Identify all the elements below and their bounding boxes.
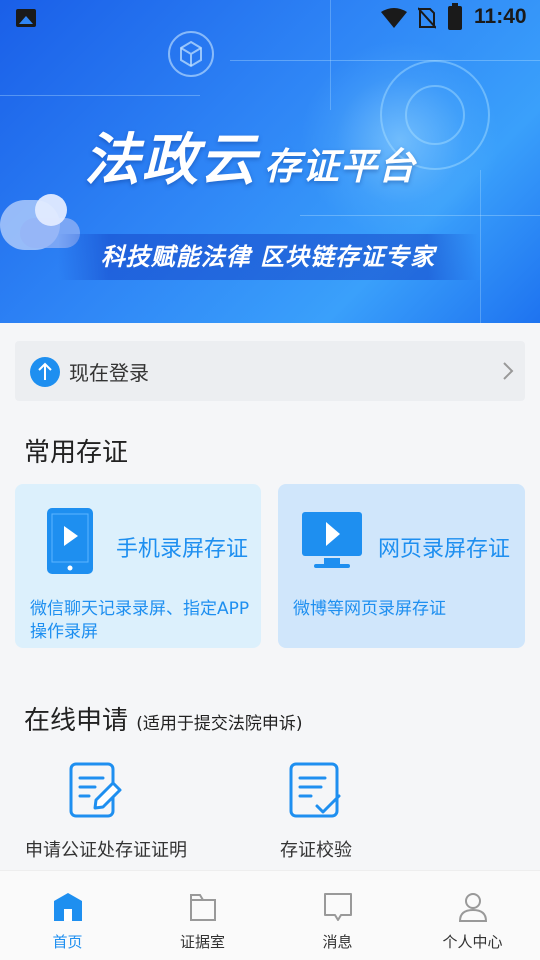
banner-line	[0, 95, 200, 96]
banner-title-main: 法政云	[84, 128, 258, 193]
home-icon	[54, 893, 82, 921]
tab-messages[interactable]: 消息	[270, 871, 405, 960]
phone-card-desc: 微信聊天记录录屏、指定APP操作录屏	[30, 599, 250, 642]
web-card-title: 网页录屏存证	[378, 537, 511, 562]
banner-line	[230, 60, 540, 61]
phone-card-title: 手机录屏存证	[116, 537, 249, 562]
wifi-icon	[381, 8, 407, 28]
document-edit-icon	[69, 762, 122, 818]
image-notification-icon	[16, 9, 36, 27]
arrow-up-icon	[30, 357, 60, 387]
login-bar[interactable]: 现在登录	[15, 341, 525, 401]
login-label: 现在登录	[69, 361, 149, 385]
message-icon	[324, 893, 352, 921]
banner-title: 法政云 存证平台	[84, 115, 416, 196]
phone-play-icon	[47, 508, 93, 574]
hero-banner[interactable]: 法政云 存证平台 科技赋能法律 区块链存证专家 11:40	[0, 0, 540, 323]
folder-icon	[190, 894, 216, 921]
common-section-title: 常用存证	[24, 438, 129, 468]
tab-profile[interactable]: 个人中心	[405, 871, 540, 960]
bottom-tab-bar: 首页 证据室 消息 个人中心	[0, 870, 540, 960]
banner-title-secondary: 存证平台	[264, 145, 416, 188]
verification-item[interactable]: 存证校验	[270, 760, 470, 865]
online-section-title: 在线申请 (适用于提交法院申诉)	[24, 700, 303, 737]
banner-subtitle: 科技赋能法律 区块链存证专家	[58, 234, 478, 280]
online-section-note: (适用于提交法院申诉)	[136, 714, 303, 734]
no-sim-icon	[418, 7, 436, 29]
tab-home[interactable]: 首页	[0, 871, 135, 960]
battery-icon	[448, 3, 462, 30]
banner-line	[480, 170, 481, 323]
chevron-right-icon	[503, 362, 514, 380]
tab-evidence-room-label: 证据室	[179, 933, 225, 951]
status-time: 11:40	[474, 5, 527, 28]
notary-certificate-item[interactable]: 申请公证处存证证明	[15, 760, 215, 865]
online-section-title-text: 在线申请	[24, 706, 129, 736]
tab-home-label: 首页	[52, 933, 83, 951]
tab-evidence-room[interactable]: 证据室	[135, 871, 270, 960]
phone-record-card[interactable]: 手机录屏存证 微信聊天记录录屏、指定APP操作录屏	[15, 484, 261, 648]
person-icon	[458, 893, 488, 922]
tab-profile-label: 个人中心	[442, 933, 503, 951]
tab-messages-label: 消息	[322, 933, 353, 951]
notary-certificate-label: 申请公证处存证证明	[25, 840, 187, 861]
verification-label: 存证校验	[280, 840, 352, 861]
web-card-desc: 微博等网页录屏存证	[293, 599, 446, 619]
web-record-card[interactable]: 网页录屏存证 微博等网页录屏存证	[278, 484, 525, 648]
banner-line	[300, 215, 540, 216]
monitor-play-icon	[302, 512, 362, 568]
document-check-icon	[289, 762, 341, 818]
status-bar: 11:40	[0, 0, 540, 36]
